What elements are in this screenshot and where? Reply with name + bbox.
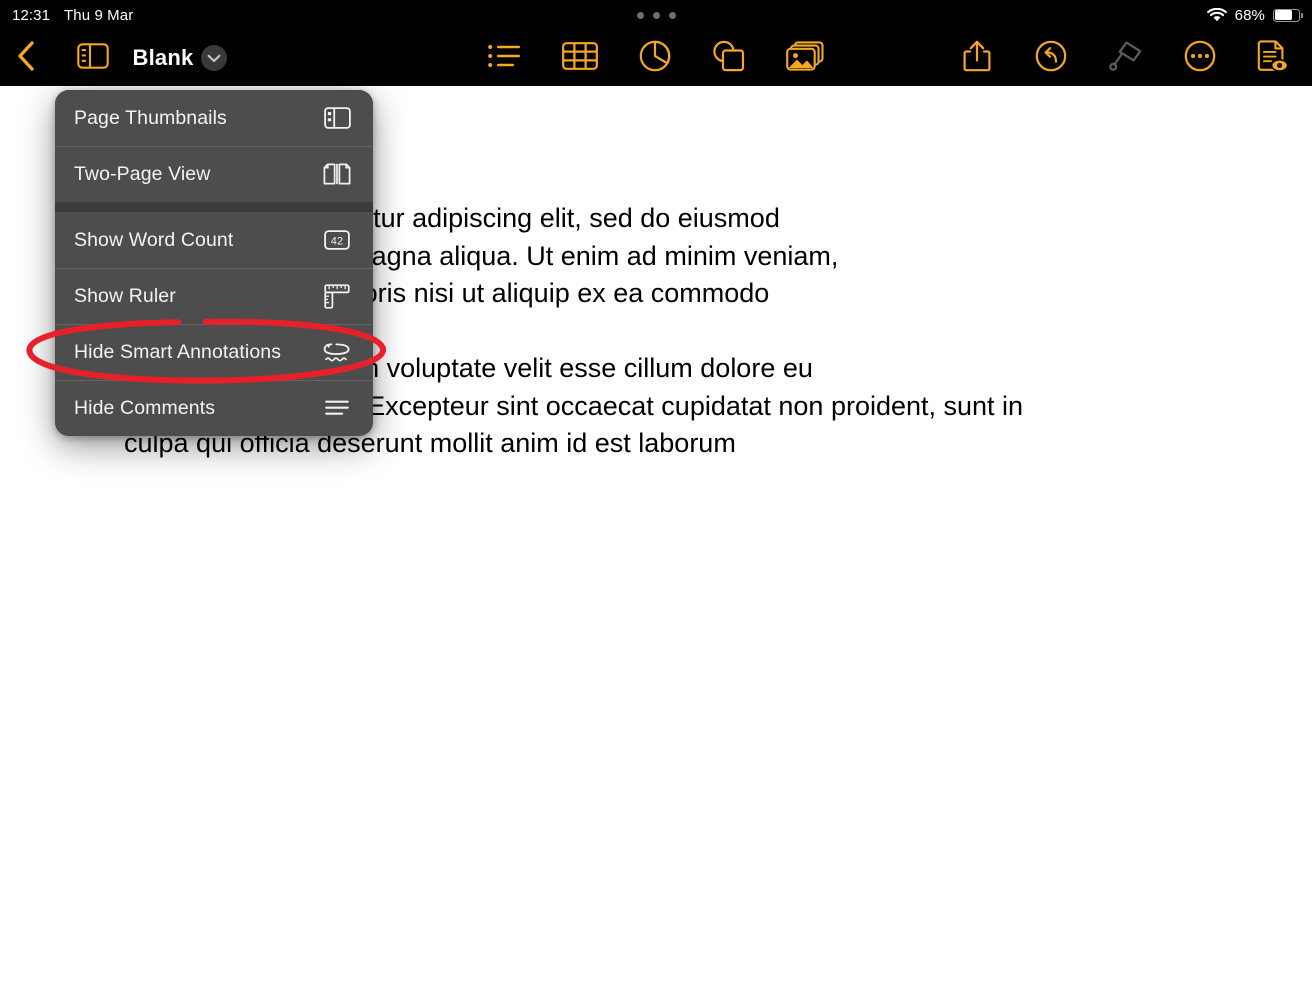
status-bar-right: 68% xyxy=(1206,0,1304,30)
wifi-icon xyxy=(1206,7,1227,23)
multitask-dot xyxy=(652,11,660,19)
status-bar-left: 12:31 Thu 9 Mar xyxy=(0,7,133,24)
multitask-dots-icon[interactable] xyxy=(0,0,1312,30)
menu-item-label: Hide Comments xyxy=(74,396,216,419)
menu-group-2: Show Word Count 42 Show Ruler Hide Smart… xyxy=(55,212,373,436)
view-options-menu: Page Thumbnails Two-Page View Show Word … xyxy=(55,90,373,436)
shapes-icon xyxy=(711,40,745,77)
back-button[interactable] xyxy=(6,30,46,86)
view-options-button[interactable] xyxy=(72,30,114,86)
menu-item-two-page-view[interactable]: Two-Page View xyxy=(55,146,373,202)
status-time: 12:31 xyxy=(12,6,51,24)
ruler-icon xyxy=(323,282,351,310)
battery-percent-label: 68% xyxy=(1234,6,1265,24)
undo-button[interactable] xyxy=(1026,30,1076,86)
page-title: Blank xyxy=(131,30,195,86)
page-thumbnails-icon xyxy=(323,104,351,132)
multitask-dot xyxy=(668,11,676,19)
menu-group-1: Page Thumbnails Two-Page View xyxy=(55,90,373,202)
document-view-sidebar-icon xyxy=(77,42,109,74)
menu-item-show-word-count[interactable]: Show Word Count 42 xyxy=(55,212,373,268)
menu-item-label: Hide Smart Annotations xyxy=(74,340,282,363)
menu-item-hide-smart-annotations[interactable]: Hide Smart Annotations xyxy=(55,324,373,380)
bulleted-list-icon xyxy=(487,43,521,74)
insert-chart-button[interactable] xyxy=(630,30,680,86)
pie-chart-icon xyxy=(639,40,671,77)
menu-group-separator xyxy=(55,202,373,212)
insert-list-button[interactable] xyxy=(479,30,529,86)
document-eye-icon xyxy=(1257,39,1289,78)
document-options-button[interactable] xyxy=(1248,30,1298,86)
battery-icon xyxy=(1273,8,1304,22)
insert-table-button[interactable] xyxy=(555,30,605,86)
share-button[interactable] xyxy=(952,30,1002,86)
document-menu-button[interactable] xyxy=(199,30,229,86)
chevron-down-circle-icon xyxy=(201,45,227,71)
photo-media-icon xyxy=(786,40,824,76)
insert-media-button[interactable] xyxy=(779,30,831,86)
svg-text:42: 42 xyxy=(331,235,343,247)
back-chevron-icon xyxy=(16,40,36,77)
comments-lines-icon xyxy=(323,394,351,422)
table-icon xyxy=(562,41,598,75)
menu-item-page-thumbnails[interactable]: Page Thumbnails xyxy=(55,90,373,146)
word-count-42-icon: 42 xyxy=(323,226,351,254)
paint-brush-icon xyxy=(1109,40,1143,77)
menu-item-label: Show Ruler xyxy=(74,284,176,307)
menu-item-label: Two-Page View xyxy=(74,162,211,185)
multitask-dot xyxy=(636,11,644,19)
undo-arrow-icon xyxy=(1035,40,1067,77)
insert-shape-button[interactable] xyxy=(703,30,753,86)
menu-item-label: Show Word Count xyxy=(74,228,234,251)
menu-item-hide-comments[interactable]: Hide Comments xyxy=(55,380,373,436)
format-brush-button[interactable] xyxy=(1101,30,1151,86)
share-upload-icon xyxy=(963,40,991,77)
status-date: Thu 9 Mar xyxy=(64,6,134,24)
more-options-button[interactable] xyxy=(1175,30,1225,86)
two-page-view-icon xyxy=(323,160,351,188)
ipad-pages-screen: or sit amet, consectetur adipiscing elit… xyxy=(0,0,1312,984)
smart-annotation-icon xyxy=(323,338,351,366)
document-title-label: Blank xyxy=(132,45,194,70)
ellipsis-circle-icon xyxy=(1184,40,1216,77)
app-toolbar: Blank xyxy=(0,30,1312,86)
menu-item-label: Page Thumbnails xyxy=(74,106,227,129)
menu-item-show-ruler[interactable]: Show Ruler xyxy=(55,268,373,324)
status-bar: 12:31 Thu 9 Mar 68% xyxy=(0,0,1312,30)
